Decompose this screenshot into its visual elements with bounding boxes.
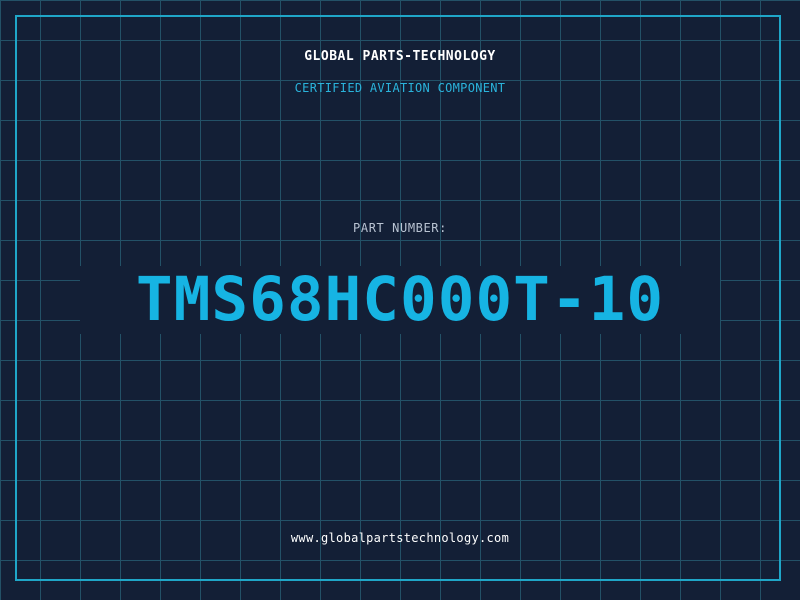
company-name: GLOBAL PARTS-TECHNOLOGY bbox=[304, 49, 496, 64]
part-number-label: PART NUMBER: bbox=[353, 221, 447, 235]
part-number-value: TMS68HC000T-10 bbox=[135, 264, 665, 335]
part-number-panel: TMS68HC000T-10 bbox=[80, 266, 720, 334]
website-url: www.globalpartstechnology.com bbox=[290, 531, 510, 545]
certification-subtitle: CERTIFIED AVIATION COMPONENT bbox=[294, 81, 506, 95]
